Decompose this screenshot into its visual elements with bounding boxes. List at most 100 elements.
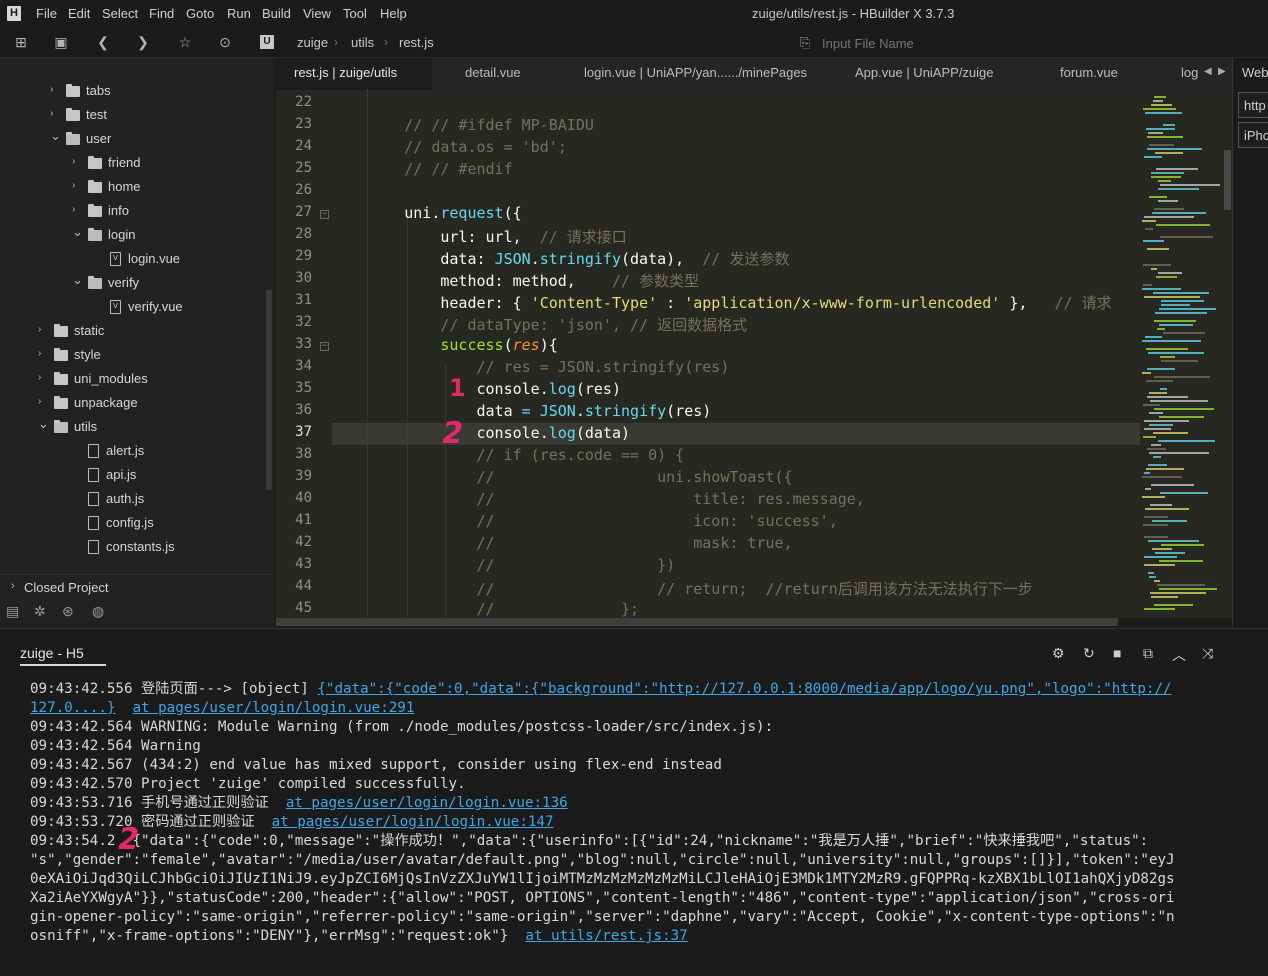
tree-item-constants-js[interactable]: constants.js bbox=[0, 536, 266, 558]
breadcrumb-folder[interactable]: utils bbox=[351, 35, 374, 50]
chevron-right-icon[interactable]: › bbox=[38, 324, 41, 335]
tree-item-utils[interactable]: ⌄ utils bbox=[0, 416, 266, 438]
chevron-right-icon[interactable]: › bbox=[72, 204, 75, 215]
preview-device-select[interactable]: iPho bbox=[1238, 122, 1268, 148]
line-number: 38 bbox=[295, 446, 312, 462]
console-link[interactable]: 127.0....} bbox=[30, 700, 115, 716]
file-search-input[interactable] bbox=[822, 34, 1202, 52]
menu-tool[interactable]: Tool bbox=[343, 6, 367, 21]
tab-scroll-right-icon[interactable]: ▶ bbox=[1218, 66, 1226, 77]
tree-item-login[interactable]: ⌄ login bbox=[0, 224, 266, 246]
tab-forum-vue[interactable]: forum.vue bbox=[1060, 58, 1118, 90]
preview-url-field[interactable]: http bbox=[1238, 92, 1268, 118]
back-icon[interactable]: ❮ bbox=[94, 33, 112, 51]
tree-item-alert-js[interactable]: alert.js bbox=[0, 440, 266, 462]
menu-view[interactable]: View bbox=[303, 6, 331, 21]
tree-item-friend[interactable]: › friend bbox=[0, 152, 266, 174]
tab-log[interactable]: log bbox=[1181, 58, 1198, 90]
menu-edit[interactable]: Edit bbox=[68, 6, 90, 21]
chevron-right-icon[interactable]: › bbox=[50, 84, 53, 95]
minimap[interactable] bbox=[1140, 90, 1232, 618]
chevron-down-icon[interactable]: ⌄ bbox=[38, 416, 49, 432]
code-editor[interactable]: 22 23 24 25 26 27 28 29 30 31 32 33 34 35 36 37 38 39 40 41… bbox=[276, 90, 1140, 618]
minimap-line bbox=[1151, 268, 1157, 270]
tree-item-unpackage[interactable]: › unpackage bbox=[0, 392, 266, 414]
project-manager-icon[interactable]: ▤ bbox=[6, 603, 19, 620]
menu-file[interactable]: File bbox=[36, 6, 57, 21]
new-file-icon[interactable]: ⊞ bbox=[12, 33, 30, 51]
forward-icon[interactable]: ❯ bbox=[134, 33, 152, 51]
chevron-right-icon[interactable]: › bbox=[38, 372, 41, 383]
console-source-link[interactable]: at pages/user/login/login.vue:291 bbox=[133, 700, 415, 716]
run-icon[interactable]: ⊙ bbox=[216, 33, 234, 51]
minimap-line bbox=[1160, 492, 1208, 494]
minimap-line bbox=[1156, 224, 1210, 226]
stop-icon[interactable]: ■ bbox=[1113, 645, 1121, 661]
menu-build[interactable]: Build bbox=[262, 6, 291, 21]
console-source-link[interactable]: at pages/user/login/login.vue:147 bbox=[272, 814, 554, 830]
editor-horizontal-scrollbar[interactable] bbox=[276, 618, 1118, 626]
chevron-right-icon[interactable]: › bbox=[50, 108, 53, 119]
closed-project-section[interactable]: › Closed Project bbox=[0, 574, 274, 600]
minimap-line bbox=[1154, 604, 1193, 606]
plugin-icon[interactable]: ⊛ bbox=[62, 603, 74, 620]
fold-toggle-icon[interactable]: − bbox=[320, 210, 329, 219]
tree-item-static[interactable]: › static bbox=[0, 320, 266, 342]
tree-item-user[interactable]: ⌄ user bbox=[0, 128, 266, 150]
sidebar-scrollbar[interactable] bbox=[266, 290, 272, 490]
menu-find[interactable]: Find bbox=[149, 6, 174, 21]
chevron-right-icon[interactable]: › bbox=[38, 396, 41, 407]
chevron-right-icon[interactable]: › bbox=[38, 348, 41, 359]
console-line: 0eXAiOiJqd3QiLCJhbGciOiJIUzI1NiJ9.eyJpZC… bbox=[30, 871, 1175, 887]
tree-item-test[interactable]: › test bbox=[0, 104, 266, 126]
tab-detail-vue[interactable]: detail.vue bbox=[465, 58, 521, 90]
console-output[interactable]: 09:43:42.556 登陆页面---> [object] {"data":{… bbox=[0, 670, 1268, 976]
minimap-line bbox=[1144, 608, 1175, 610]
tree-item-login-vue[interactable]: Vlogin.vue bbox=[0, 248, 266, 270]
breadcrumb-project[interactable]: zuige bbox=[297, 35, 328, 50]
tree-item-info[interactable]: › info bbox=[0, 200, 266, 222]
menu-run[interactable]: Run bbox=[227, 6, 251, 21]
chevron-down-icon[interactable]: ⌄ bbox=[72, 272, 83, 288]
console-link[interactable]: {"data":{"code":0,"data":{"background":"… bbox=[317, 681, 1171, 697]
tab-login-vue[interactable]: login.vue | UniAPP/yan....../minePages bbox=[584, 58, 807, 90]
menu-goto[interactable]: Goto bbox=[186, 6, 214, 21]
palette-icon[interactable]: ◍ bbox=[92, 603, 104, 620]
menu-select[interactable]: Select bbox=[102, 6, 138, 21]
open-external-icon[interactable]: ⧉ bbox=[1143, 645, 1153, 662]
tree-item-tabs[interactable]: › tabs bbox=[0, 80, 266, 102]
console-source-link[interactable]: at utils/rest.js:37 bbox=[525, 928, 687, 944]
chevron-right-icon[interactable]: › bbox=[72, 180, 75, 191]
minimap-line bbox=[1155, 312, 1207, 314]
fold-toggle-icon[interactable]: − bbox=[320, 342, 329, 351]
minimap-scrollbar[interactable] bbox=[1224, 150, 1231, 210]
breadcrumb-file[interactable]: rest.js bbox=[399, 35, 434, 50]
menu-help[interactable]: Help bbox=[380, 6, 407, 21]
folder-icon bbox=[54, 372, 68, 385]
tree-item-auth-js[interactable]: auth.js bbox=[0, 488, 266, 510]
tree-item-config-js[interactable]: config.js bbox=[0, 512, 266, 534]
tree-item-uni-modules[interactable]: › uni_modules bbox=[0, 368, 266, 390]
chevron-right-icon[interactable]: › bbox=[72, 156, 75, 167]
debug-icon[interactable]: ✲ bbox=[34, 603, 46, 620]
chevron-down-icon[interactable]: ⌄ bbox=[50, 128, 61, 144]
tab-app-vue[interactable]: App.vue | UniAPP/zuige bbox=[855, 58, 994, 90]
minimap-line bbox=[1146, 380, 1173, 382]
star-icon[interactable]: ☆ bbox=[176, 33, 194, 51]
tab-rest-js[interactable]: rest.js | zuige/utils bbox=[276, 58, 432, 90]
tab-scroll-left-icon[interactable]: ◀ bbox=[1204, 66, 1212, 77]
clear-console-icon[interactable]: ⤨ bbox=[1202, 645, 1213, 662]
console-tab[interactable]: zuige - H5 bbox=[20, 645, 106, 666]
tree-item-style[interactable]: › style bbox=[0, 344, 266, 366]
tree-item-home[interactable]: › home bbox=[0, 176, 266, 198]
chevron-down-icon[interactable]: ⌄ bbox=[72, 224, 83, 240]
tree-item-verify[interactable]: ⌄ verify bbox=[0, 272, 266, 294]
console-source-link[interactable]: at pages/user/login/login.vue:136 bbox=[286, 795, 568, 811]
chevron-up-icon[interactable]: ︿ bbox=[1172, 645, 1186, 665]
tree-item-api-js[interactable]: api.js bbox=[0, 464, 266, 486]
tree-item-verify-vue[interactable]: Vverify.vue bbox=[0, 296, 266, 318]
save-icon[interactable]: ▣ bbox=[52, 33, 70, 51]
minimap-line bbox=[1152, 548, 1172, 550]
restart-icon[interactable]: ↻ bbox=[1083, 645, 1095, 662]
bug-icon[interactable]: ⚙ bbox=[1052, 645, 1065, 662]
